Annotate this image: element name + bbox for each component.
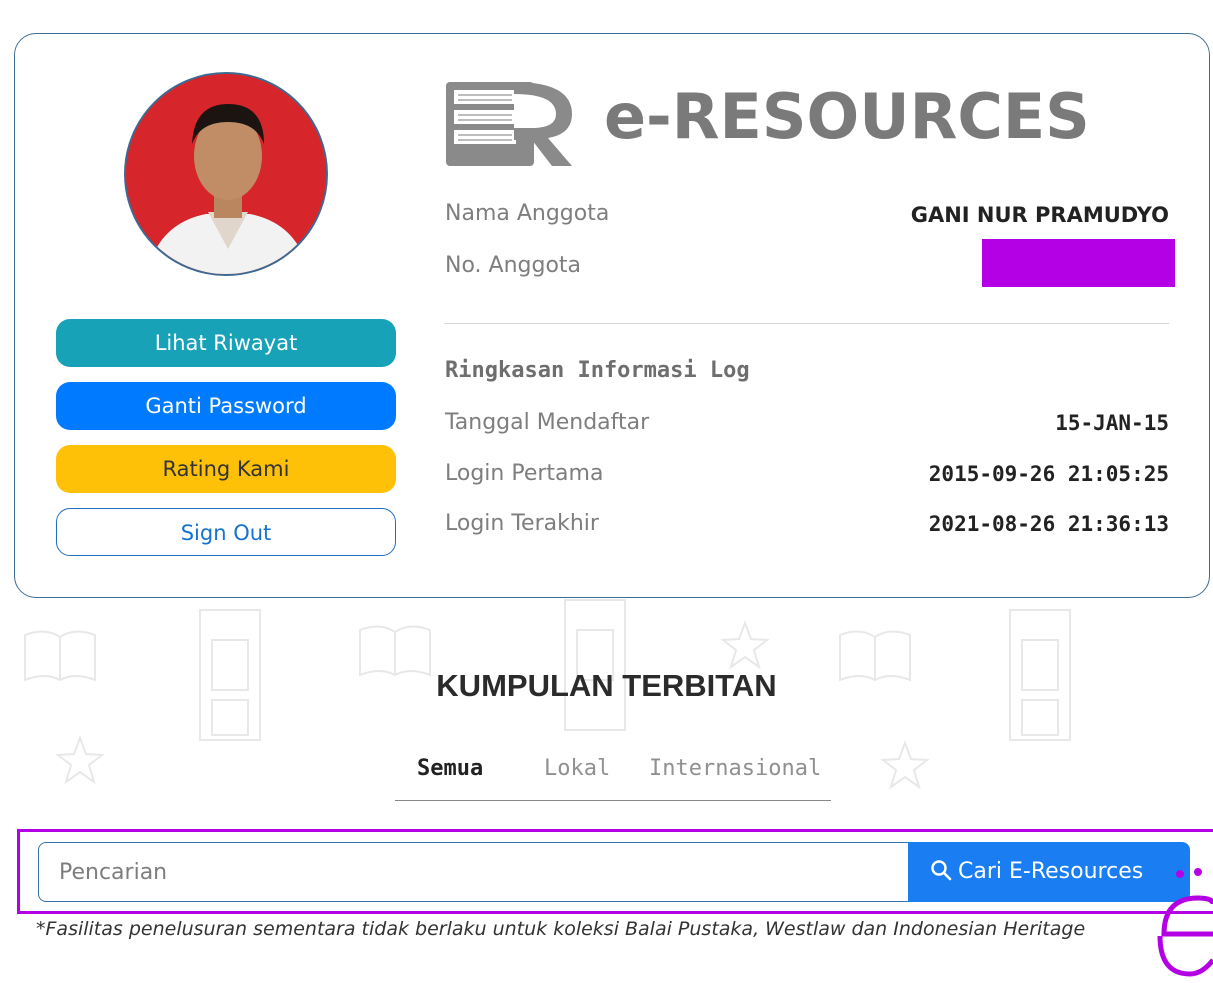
tab-all[interactable]: Semua <box>417 756 483 781</box>
sign-out-button[interactable]: Sign Out <box>56 508 396 556</box>
brand-title: e-RESOURCES <box>604 80 1090 153</box>
change-password-button[interactable]: Ganti Password <box>56 382 396 430</box>
member-name-value: GANI NUR PRAMUDYO <box>910 203 1169 227</box>
registered-date-value: 15-JAN-15 <box>1055 411 1169 435</box>
log-summary-heading: Ringkasan Informasi Log <box>445 358 750 383</box>
view-history-button[interactable]: Lihat Riwayat <box>56 319 396 367</box>
collection-title: KUMPULAN TERBITAN <box>436 668 777 703</box>
search-icon <box>931 860 952 881</box>
avatar <box>124 72 328 276</box>
registered-date-label: Tanggal Mendaftar <box>445 410 650 435</box>
star-pattern-icon <box>880 740 930 790</box>
e-logo-icon <box>1157 868 1213 977</box>
member-photo-icon <box>126 74 326 274</box>
search-footnote: *Fasilitas penelusuran sementara tidak b… <box>36 918 1086 940</box>
star-pattern-icon <box>720 620 770 670</box>
rating-button[interactable]: Rating Kami <box>56 445 396 493</box>
tab-international[interactable]: Internasional <box>649 756 821 781</box>
tab-local[interactable]: Lokal <box>544 756 610 781</box>
search-input[interactable] <box>38 842 910 902</box>
info-divider <box>444 323 1169 324</box>
star-pattern-icon <box>55 735 105 785</box>
first-login-label: Login Pertama <box>445 461 604 486</box>
search-button[interactable]: Cari E-Resources <box>908 842 1190 902</box>
first-login-value: 2015-09-26 21:05:25 <box>928 462 1169 486</box>
last-login-value: 2021-08-26 21:36:13 <box>928 512 1169 536</box>
last-login-label: Login Terakhir <box>445 511 599 536</box>
collection-tabs: Semua Lokal Internasional <box>395 752 831 801</box>
member-number-redacted <box>982 239 1175 287</box>
member-name-label: Nama Anggota <box>445 201 610 226</box>
building-pattern-icon <box>564 599 626 731</box>
search-button-label: Cari E-Resources <box>958 859 1144 884</box>
member-number-label: No. Anggota <box>445 253 582 278</box>
